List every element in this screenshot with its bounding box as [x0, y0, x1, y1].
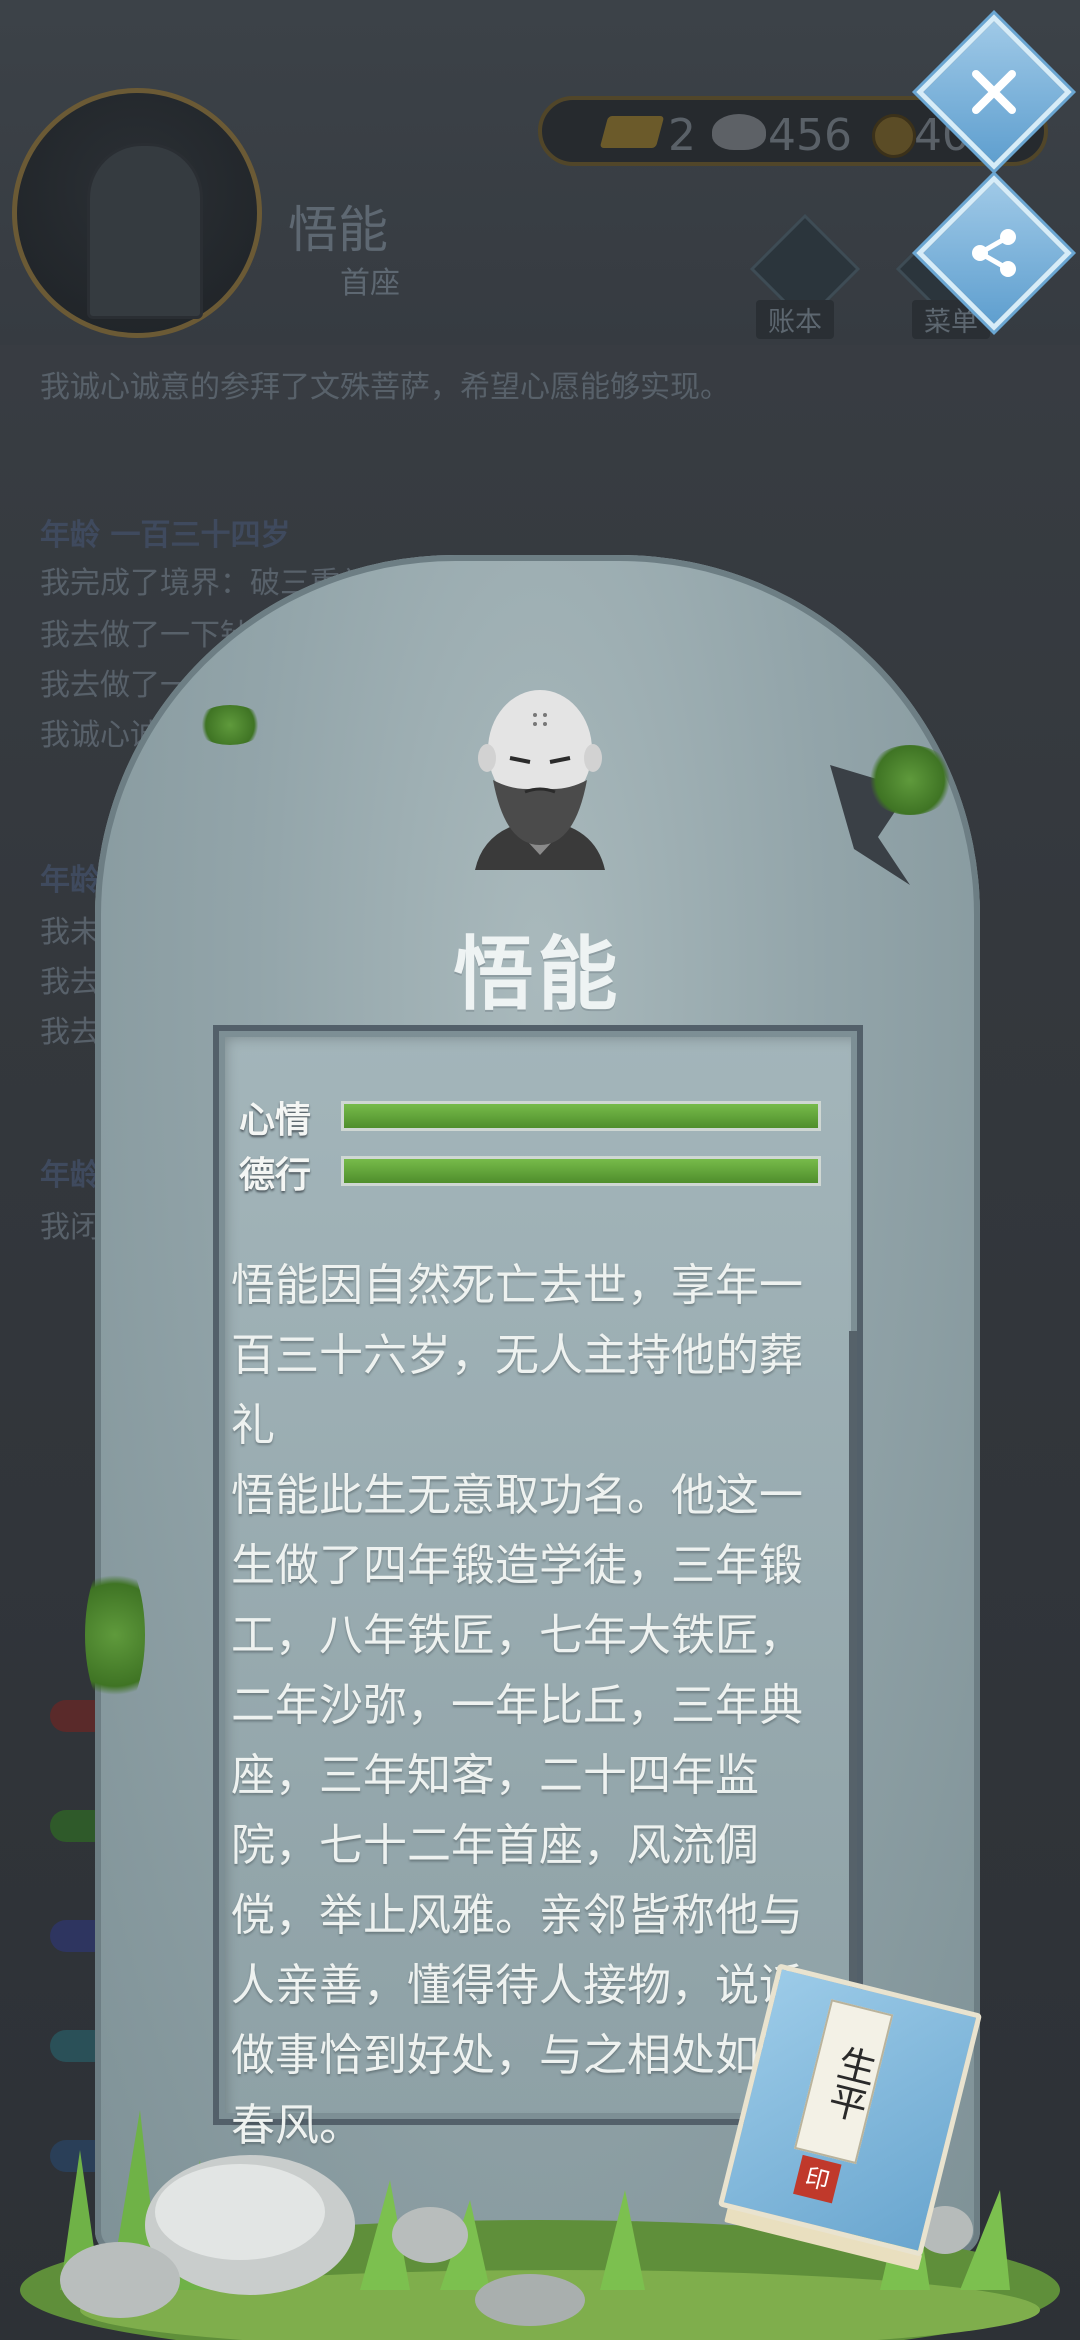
log-age-header: 年龄 [40, 1158, 100, 1193]
log-line: 我去 [40, 1015, 100, 1050]
avatar-tombstone-icon [87, 143, 203, 319]
deceased-name: 悟能 [453, 928, 622, 1021]
log-line: 我未 [40, 915, 100, 950]
log-line: 我闭 [40, 1210, 100, 1245]
mood-label: 心情 [239, 1100, 312, 1141]
log-age-header: 年龄 [40, 863, 100, 898]
virtue-bar-fill [344, 1159, 818, 1183]
character-name: 悟能 [288, 201, 388, 259]
log-line: 我诚心诚意的参拜了文殊菩萨，希望心愿能够实现。 [40, 370, 730, 405]
epitaph-tablet: 心情 德行 悟能因自然死亡去世，享年一百三十六岁，无人主持他的葬礼 悟能此生无意… [213, 1025, 863, 2191]
silver-icon [712, 114, 766, 150]
mood-bar-fill [344, 1104, 818, 1128]
gold-count: 2 [668, 110, 696, 161]
moss-decoration [195, 705, 265, 745]
share-icon [972, 229, 1016, 277]
character-rank: 首座 [340, 266, 400, 301]
top-header: 悟能 首座 2 456 407 账本 菜单 [0, 0, 1080, 345]
log-age-header: 年龄 一百三十四岁 [40, 518, 291, 553]
monk-portrait-icon [475, 690, 605, 870]
moss-decoration [865, 745, 955, 815]
mood-bar [341, 1101, 821, 1131]
virtue-label: 德行 [239, 1155, 312, 1196]
virtue-bar [341, 1156, 821, 1186]
moss-decoration [85, 1555, 145, 1715]
avatar [12, 88, 262, 338]
silver-count: 456 [768, 110, 852, 161]
close-icon [972, 70, 1016, 115]
gold-icon [599, 116, 665, 148]
log-line: 我去 [40, 965, 100, 1000]
coin-icon [872, 114, 916, 158]
ledger-label: 账本 [756, 300, 834, 339]
death-notice: 悟能因自然死亡去世，享年一百三十六岁，无人主持他的葬礼 [231, 1260, 803, 1451]
